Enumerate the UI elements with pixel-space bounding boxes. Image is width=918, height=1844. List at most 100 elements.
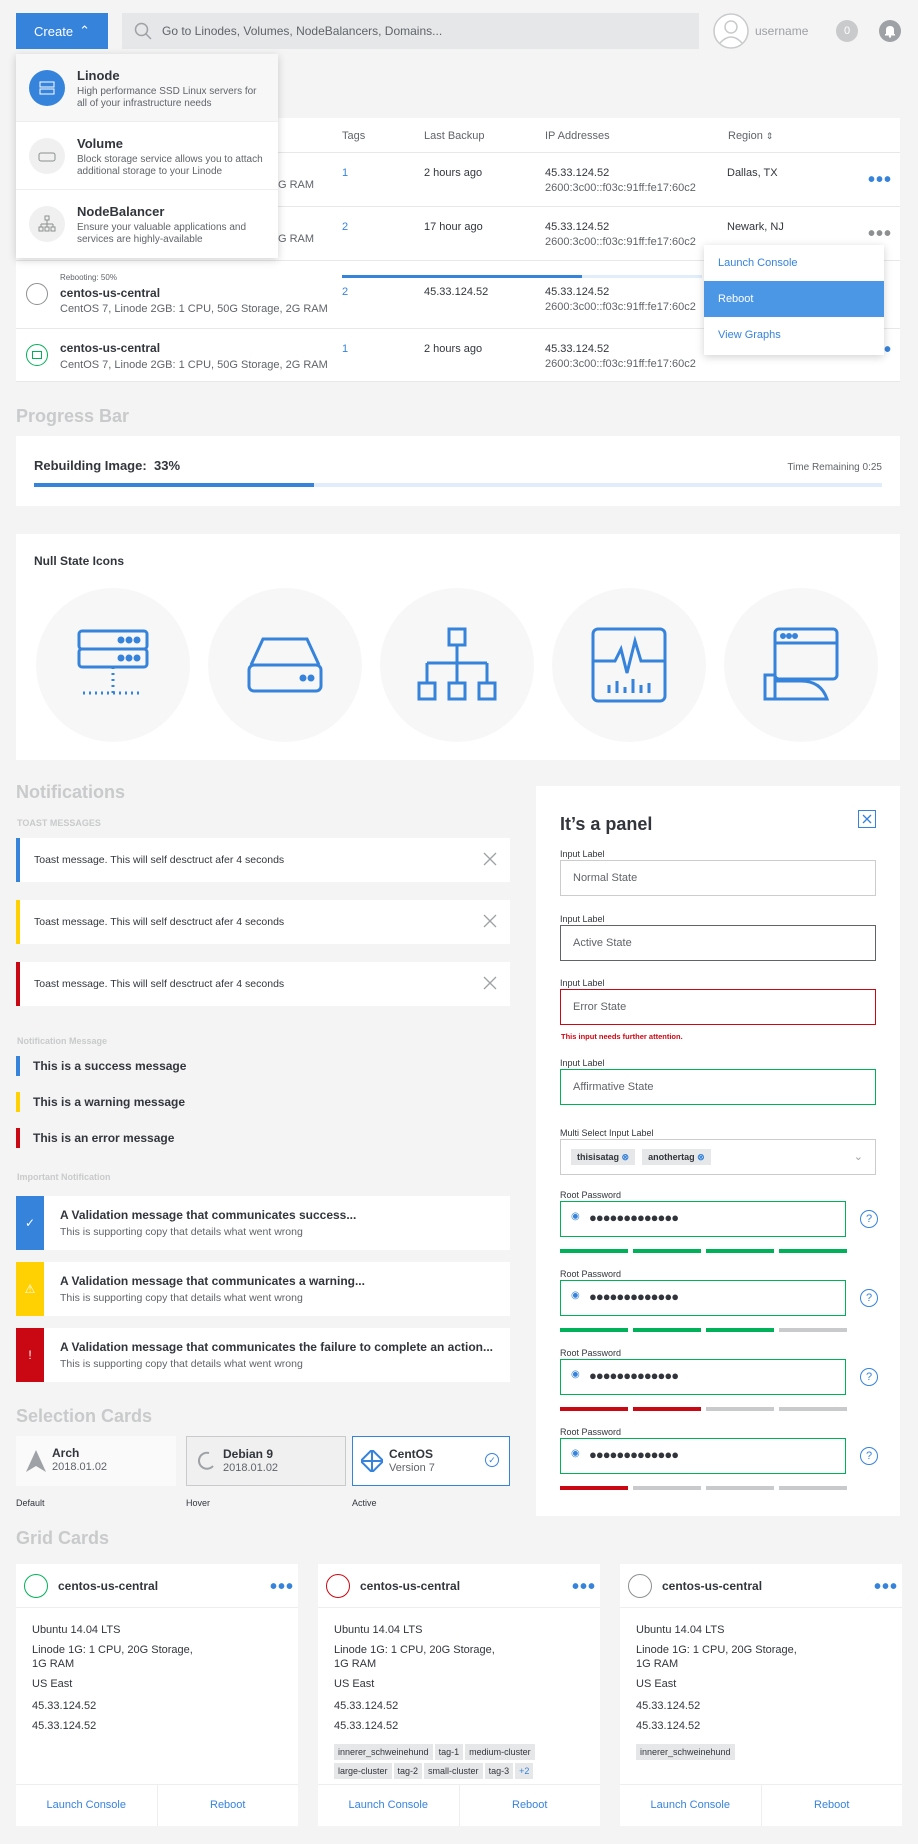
- warning-icon: ⚠: [16, 1262, 44, 1316]
- eye-icon[interactable]: ◉: [571, 1290, 580, 1301]
- reboot-progress-bar: [342, 275, 582, 278]
- card-actions-button[interactable]: •••: [572, 1577, 596, 1597]
- selection-card-debian[interactable]: Debian 9 2018.01.02: [186, 1436, 346, 1486]
- col-last-backup[interactable]: Last Backup: [424, 130, 485, 142]
- tag-count[interactable]: 1: [342, 343, 348, 355]
- create-button[interactable]: Create ⌃: [16, 13, 108, 49]
- col-tags[interactable]: Tags: [342, 130, 365, 142]
- progress-track: [34, 483, 882, 487]
- selection-card-arch[interactable]: Arch 2018.01.02: [16, 1436, 176, 1486]
- strength-segment: [779, 1249, 847, 1253]
- volume-icon: [29, 138, 65, 174]
- selection-card-centos[interactable]: CentOS Version 7 ✓: [352, 1436, 510, 1486]
- launch-console-button[interactable]: Launch Console: [318, 1785, 459, 1826]
- username[interactable]: username: [755, 24, 808, 38]
- section-title-progress: Progress Bar: [16, 406, 130, 426]
- view-graphs-item[interactable]: View Graphs: [704, 317, 884, 353]
- linode-name[interactable]: centos-us-central: [58, 1579, 158, 1593]
- strength-segment: [706, 1328, 774, 1332]
- multi-select-input[interactable]: thisisatag ⊗ anothertag ⊗ ⌄: [560, 1139, 876, 1175]
- root-password-input[interactable]: ◉ ●●●●●●●●●●●●●: [560, 1359, 846, 1395]
- col-region[interactable]: Region ⇕: [728, 130, 773, 142]
- linode-name[interactable]: centos-us-central: [360, 1579, 460, 1593]
- eye-icon[interactable]: ◉: [571, 1448, 580, 1459]
- reboot-button[interactable]: Reboot: [156, 1785, 299, 1826]
- close-icon[interactable]: [482, 975, 498, 991]
- tag-chip[interactable]: tag-1: [434, 1744, 464, 1760]
- status-icon: [24, 1574, 48, 1598]
- progress-card: Rebuilding Image: 33% Time Remaining 0:2…: [16, 436, 900, 506]
- debian-icon: [198, 1451, 214, 1470]
- sort-icon: ⇕: [765, 131, 774, 141]
- linode-name[interactable]: centos-us-central: [662, 1579, 762, 1593]
- reboot-button[interactable]: Reboot: [760, 1785, 903, 1826]
- card-actions-button[interactable]: •••: [270, 1577, 294, 1597]
- linode-name[interactable]: centos-us-central: [60, 286, 160, 300]
- strength-segment: [560, 1249, 628, 1253]
- close-icon[interactable]: [482, 851, 498, 867]
- close-icon[interactable]: [858, 810, 876, 828]
- linodes-icon: [36, 588, 190, 742]
- tag-chip[interactable]: large-cluster: [334, 1763, 392, 1779]
- tag-chip[interactable]: tag-2: [393, 1763, 423, 1779]
- toast-label: TOAST MESSAGES: [17, 818, 101, 828]
- more-tags[interactable]: +2: [515, 1763, 534, 1779]
- col-ip[interactable]: IP Addresses: [545, 130, 610, 142]
- eye-icon[interactable]: ◉: [571, 1369, 580, 1380]
- help-icon[interactable]: ?: [860, 1210, 878, 1228]
- status-icon: [628, 1574, 652, 1598]
- reboot-item[interactable]: Reboot: [704, 281, 884, 317]
- root-password-input[interactable]: ◉ ●●●●●●●●●●●●●: [560, 1201, 846, 1237]
- tag-chip[interactable]: small-cluster: [424, 1763, 483, 1779]
- rebooting-status-icon: [26, 283, 48, 305]
- tag-count[interactable]: 1: [342, 167, 348, 179]
- affirmative-input[interactable]: Affirmative State: [560, 1069, 876, 1105]
- error-input[interactable]: Error State: [560, 989, 876, 1025]
- create-volume-item[interactable]: Volume Block storage service allows you t…: [16, 122, 278, 190]
- tag-chip[interactable]: innerer_schweinehund: [636, 1744, 735, 1760]
- linode-name[interactable]: centos-us-central: [60, 341, 160, 355]
- grid-card: centos-us-central ••• Ubuntu 14.04 LTS L…: [318, 1564, 600, 1826]
- launch-console-item[interactable]: Launch Console: [704, 245, 884, 281]
- tag-count[interactable]: 2: [342, 221, 348, 233]
- help-icon[interactable]: ?: [860, 1368, 878, 1386]
- notification-count-badge[interactable]: 0: [836, 20, 858, 42]
- root-password-input[interactable]: ◉ ●●●●●●●●●●●●●: [560, 1280, 846, 1316]
- close-icon[interactable]: [482, 913, 498, 929]
- tag-count[interactable]: 2: [342, 286, 348, 298]
- row-actions-button[interactable]: •••: [868, 224, 892, 244]
- strength-segment: [633, 1486, 701, 1490]
- nodebalancers-icon: [380, 588, 534, 742]
- create-linode-item[interactable]: Linode High performance SSD Linux servers…: [16, 54, 278, 122]
- eye-icon[interactable]: ◉: [571, 1211, 580, 1222]
- root-password-input[interactable]: ◉ ●●●●●●●●●●●●●: [560, 1438, 846, 1474]
- strength-segment: [706, 1407, 774, 1411]
- search-icon: [134, 22, 152, 40]
- strength-segment: [706, 1486, 774, 1490]
- section-title-grid: Grid Cards: [16, 1528, 110, 1548]
- strength-segment: [633, 1407, 701, 1411]
- strength-segment: [779, 1486, 847, 1490]
- tag-chip: thisisatag: [577, 1152, 620, 1162]
- avatar[interactable]: [713, 13, 749, 49]
- active-input[interactable]: Active State: [560, 925, 876, 961]
- help-icon[interactable]: ?: [860, 1289, 878, 1307]
- arch-icon: [26, 1450, 46, 1472]
- tag-chip[interactable]: medium-cluster: [465, 1744, 535, 1760]
- centos-icon: [361, 1450, 383, 1472]
- bell-icon[interactable]: [879, 20, 901, 42]
- normal-input[interactable]: Normal State: [560, 860, 876, 896]
- reboot-button[interactable]: Reboot: [458, 1785, 601, 1826]
- error-icon: !: [16, 1328, 44, 1382]
- launch-console-button[interactable]: Launch Console: [620, 1785, 761, 1826]
- row-actions-button[interactable]: •••: [868, 170, 892, 190]
- tag-chip[interactable]: innerer_schweinehund: [334, 1744, 433, 1760]
- create-nodebalancer-item[interactable]: NodeBalancer Ensure your valuable applica…: [16, 190, 278, 258]
- linode-icon: [29, 70, 65, 106]
- card-actions-button[interactable]: •••: [874, 1577, 898, 1597]
- help-icon[interactable]: ?: [860, 1447, 878, 1465]
- launch-console-button[interactable]: Launch Console: [16, 1785, 157, 1826]
- toast-success: Toast message. This will self desctruct …: [16, 838, 510, 882]
- search-input[interactable]: Go to Linodes, Volumes, NodeBalancers, D…: [122, 13, 699, 49]
- tag-chip[interactable]: tag-3: [484, 1763, 514, 1779]
